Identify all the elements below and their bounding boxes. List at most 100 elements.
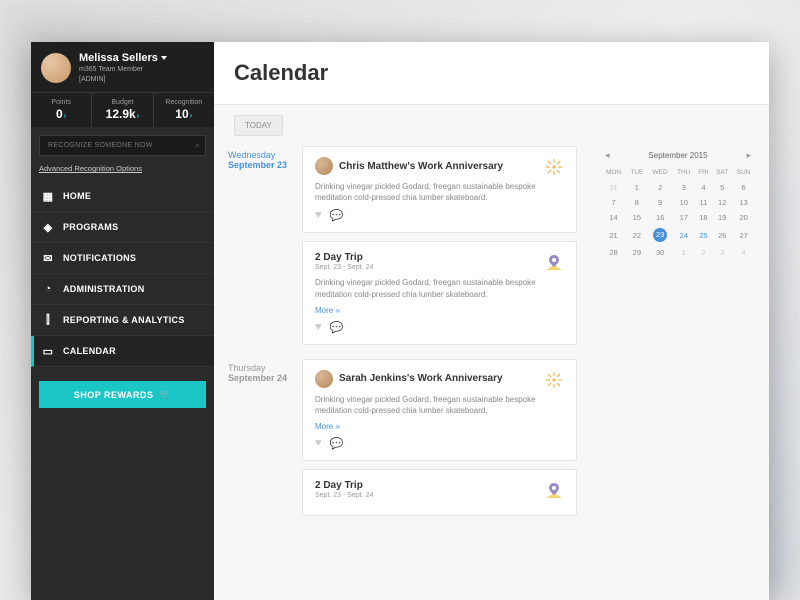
main: Calendar TODAY Wednesday September 23 bbox=[214, 42, 769, 600]
more-link[interactable]: More » bbox=[315, 422, 564, 431]
heart-icon[interactable]: ♥ bbox=[315, 209, 322, 222]
calendar-day[interactable]: 5 bbox=[712, 180, 732, 195]
calendar-grid: MONTUEWEDTHUFRISATSUN 311234567891011121… bbox=[601, 165, 755, 260]
event-card[interactable]: 2 Day Trip Sept. 23 - Sept. 24 bbox=[302, 469, 577, 516]
heart-icon[interactable]: ♥ bbox=[315, 321, 322, 334]
heart-icon[interactable]: ♥ bbox=[315, 437, 322, 450]
calendar-day[interactable]: 2 bbox=[648, 180, 673, 195]
chart-icon: ⫿ bbox=[41, 313, 55, 327]
search-input[interactable] bbox=[39, 135, 206, 156]
nav-menu: ▦HOME ◈PROGRAMS ✉NOTIFICATIONS ◔ADMINIST… bbox=[31, 181, 214, 367]
calendar-day[interactable]: 7 bbox=[601, 195, 626, 210]
next-month-button[interactable]: ▸ bbox=[742, 150, 755, 161]
card-body: Drinking vinegar pickled Godard, freegan… bbox=[315, 181, 564, 203]
calendar-day[interactable]: 3 bbox=[673, 180, 695, 195]
calendar-day[interactable]: 27 bbox=[732, 225, 755, 245]
avatar bbox=[315, 157, 333, 175]
card-body: Drinking vinegar pickled Godard, freegan… bbox=[315, 394, 564, 416]
calendar-day[interactable]: 21 bbox=[601, 225, 626, 245]
more-link[interactable]: More » bbox=[315, 306, 564, 315]
prev-month-button[interactable]: ◂ bbox=[601, 150, 614, 161]
calendar-day[interactable]: 31 bbox=[601, 180, 626, 195]
calendar-day[interactable]: 2 bbox=[695, 245, 712, 260]
nav-programs[interactable]: ◈PROGRAMS bbox=[31, 212, 214, 243]
calendar-day[interactable]: 10 bbox=[673, 195, 695, 210]
nav-calendar[interactable]: ▭CALENDAR bbox=[31, 336, 214, 367]
calendar-day[interactable]: 8 bbox=[626, 195, 648, 210]
programs-icon: ◈ bbox=[41, 220, 55, 234]
pin-icon bbox=[544, 252, 564, 272]
calendar-day[interactable]: 16 bbox=[648, 210, 673, 225]
calendar-day[interactable]: 4 bbox=[695, 180, 712, 195]
nav-notifications[interactable]: ✉NOTIFICATIONS bbox=[31, 243, 214, 274]
calendar-day[interactable]: 20 bbox=[732, 210, 755, 225]
calendar-day[interactable]: 19 bbox=[712, 210, 732, 225]
stat-budget[interactable]: Budget 12.9k› bbox=[92, 93, 153, 127]
event-card[interactable]: Sarah Jenkins's Work Anniversary Drinkin… bbox=[302, 359, 577, 461]
shop-rewards-button[interactable]: SHOP REWARDS 🛒 bbox=[39, 381, 206, 408]
cart-icon: 🛒 bbox=[160, 389, 172, 400]
calendar-day[interactable]: 6 bbox=[732, 180, 755, 195]
nav-home[interactable]: ▦HOME bbox=[31, 181, 214, 212]
admin-icon: ◔ bbox=[41, 282, 55, 296]
calendar-day[interactable]: 1 bbox=[673, 245, 695, 260]
avatar bbox=[41, 53, 71, 83]
profile-admin: [ADMIN] bbox=[79, 75, 204, 84]
profile-block[interactable]: Melissa Sellers m365 Team Member [ADMIN] bbox=[31, 42, 214, 92]
search-box: ⌕ bbox=[39, 135, 206, 156]
toolbar: TODAY bbox=[214, 105, 769, 146]
today-button[interactable]: TODAY bbox=[234, 115, 283, 136]
stat-recognition[interactable]: Recognition 10› bbox=[154, 93, 214, 127]
calendar-day[interactable]: 25 bbox=[695, 225, 712, 245]
card-subtitle: Sept. 23 - Sept. 24 bbox=[315, 264, 373, 271]
calendar-day[interactable]: 22 bbox=[626, 225, 648, 245]
calendar-dow: TUE bbox=[626, 165, 648, 180]
search-icon: ⌕ bbox=[195, 140, 200, 151]
home-icon: ▦ bbox=[41, 189, 55, 203]
avatar bbox=[315, 370, 333, 388]
nav-administration[interactable]: ◔ADMINISTRATION bbox=[31, 274, 214, 305]
calendar-day[interactable]: 17 bbox=[673, 210, 695, 225]
calendar-dow: THU bbox=[673, 165, 695, 180]
event-card[interactable]: 2 Day Trip Sept. 23 - Sept. 24 Drinking … bbox=[302, 241, 577, 344]
calendar-day[interactable]: 1 bbox=[626, 180, 648, 195]
calendar-day[interactable]: 15 bbox=[626, 210, 648, 225]
calendar-day[interactable]: 30 bbox=[648, 245, 673, 260]
day-label: Wednesday September 23 bbox=[228, 146, 302, 353]
spark-icon bbox=[544, 157, 564, 177]
profile-name: Melissa Sellers bbox=[79, 52, 158, 64]
stat-points[interactable]: Points 0› bbox=[31, 93, 92, 127]
page-title: Calendar bbox=[234, 60, 749, 86]
card-title: Chris Matthew's Work Anniversary bbox=[339, 161, 503, 172]
nav-reporting[interactable]: ⫿REPORTING & ANALYTICS bbox=[31, 305, 214, 336]
calendar-dow: WED bbox=[648, 165, 673, 180]
calendar-day[interactable]: 11 bbox=[695, 195, 712, 210]
calendar-month: September 2015 bbox=[648, 151, 707, 160]
event-card[interactable]: Chris Matthew's Work Anniversary Drinkin… bbox=[302, 146, 577, 233]
calendar-day[interactable]: 26 bbox=[712, 225, 732, 245]
card-title: 2 Day Trip bbox=[315, 252, 373, 263]
calendar-day[interactable]: 13 bbox=[732, 195, 755, 210]
calendar-day[interactable]: 14 bbox=[601, 210, 626, 225]
mini-calendar: ◂ September 2015 ▸ MONTUEWEDTHUFRISATSUN… bbox=[587, 146, 755, 600]
card-subtitle: Sept. 23 - Sept. 24 bbox=[315, 492, 373, 499]
advanced-recognition-link[interactable]: Advanced Recognition Options bbox=[39, 164, 206, 173]
calendar-day[interactable]: 29 bbox=[626, 245, 648, 260]
event-feed[interactable]: Wednesday September 23 Chris Matthew's W… bbox=[228, 146, 587, 600]
calendar-day[interactable]: 4 bbox=[732, 245, 755, 260]
calendar-day[interactable]: 18 bbox=[695, 210, 712, 225]
sidebar: Melissa Sellers m365 Team Member [ADMIN]… bbox=[31, 42, 214, 600]
comment-icon[interactable]: 💬 bbox=[330, 209, 344, 222]
calendar-day[interactable]: 9 bbox=[648, 195, 673, 210]
calendar-icon: ▭ bbox=[41, 344, 55, 358]
calendar-day[interactable]: 12 bbox=[712, 195, 732, 210]
comment-icon[interactable]: 💬 bbox=[330, 321, 344, 334]
calendar-day[interactable]: 3 bbox=[712, 245, 732, 260]
page-header: Calendar bbox=[214, 42, 769, 105]
calendar-day[interactable]: 28 bbox=[601, 245, 626, 260]
caret-down-icon bbox=[161, 56, 167, 60]
calendar-day[interactable]: 24 bbox=[673, 225, 695, 245]
calendar-day[interactable]: 23 bbox=[648, 225, 673, 245]
comment-icon[interactable]: 💬 bbox=[330, 437, 344, 450]
profile-role: m365 Team Member bbox=[79, 65, 204, 74]
